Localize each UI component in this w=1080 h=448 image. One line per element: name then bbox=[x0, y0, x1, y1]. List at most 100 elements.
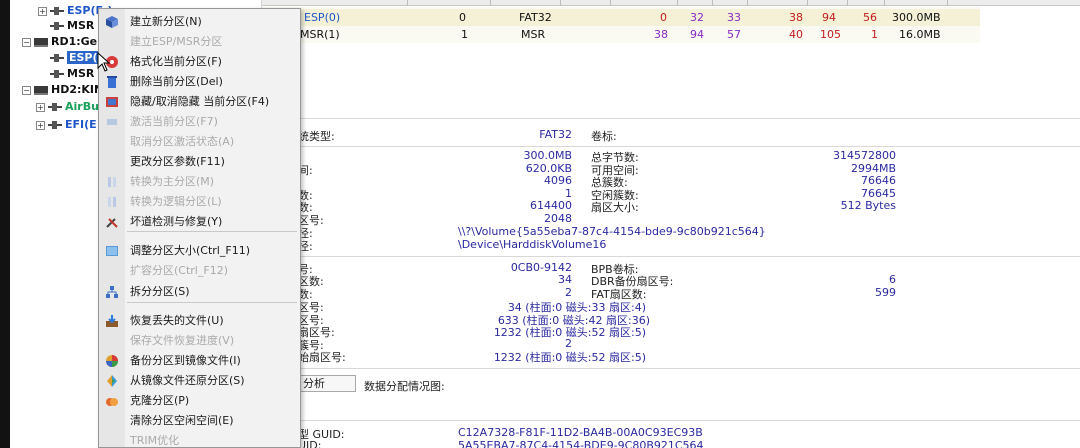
menu-item[interactable]: 扩容分区(Ctrl_F12) bbox=[99, 261, 300, 281]
hide-icon bbox=[106, 97, 118, 107]
tree-item-efi[interactable]: + EFI(E bbox=[36, 117, 97, 133]
tree-item-label: ESP( bbox=[67, 51, 100, 64]
volume-path-value: \\?\Volume{5a55eba7-87c4-4154-bde9-9c80b… bbox=[458, 225, 766, 238]
tree-item-airbu[interactable]: + AirBu bbox=[36, 99, 99, 115]
menu-item[interactable]: 格式化当前分区(F) bbox=[99, 52, 300, 72]
new-partition-icon bbox=[106, 16, 118, 28]
partition-icon bbox=[50, 7, 64, 15]
menu-item[interactable]: 删除当前分区(Del) bbox=[99, 72, 300, 92]
menu-item-label: 转换为主分区(M) bbox=[130, 175, 215, 188]
start-sector: 57 bbox=[727, 28, 741, 41]
partition-name: ESP(0) bbox=[304, 11, 341, 24]
menu-item-label: 克隆分区(P) bbox=[130, 394, 190, 407]
tree-item-label: EFI(E bbox=[65, 118, 97, 131]
end-head: 105 bbox=[820, 28, 841, 41]
expand-icon[interactable]: + bbox=[38, 6, 47, 16]
menu-item[interactable]: 隐藏/取消隐藏 当前分区(F4) bbox=[99, 92, 300, 112]
analyze-button[interactable]: 分析 bbox=[296, 375, 356, 392]
menu-item[interactable]: 建立ESP/MSR分区 bbox=[99, 32, 300, 52]
backup-icon bbox=[106, 355, 118, 367]
tree-item-msr-2[interactable]: MSR bbox=[50, 66, 94, 82]
collapse-icon[interactable]: − bbox=[22, 85, 31, 95]
data-allocation-label: 数据分配情况图: bbox=[364, 380, 445, 393]
menu-item[interactable]: 备份分区到镜像文件(I) bbox=[99, 351, 300, 371]
expand-icon[interactable]: + bbox=[36, 102, 45, 112]
fs-type-label: 统类型: bbox=[298, 130, 335, 143]
end-cylinder: 38 bbox=[789, 11, 803, 24]
total-sectors-value: 614400 bbox=[530, 199, 572, 212]
menu-item[interactable]: 转换为主分区(M) bbox=[99, 172, 300, 192]
tree-item-rd1[interactable]: − RD1:Ge bbox=[22, 34, 97, 50]
menu-item-label: 拆分分区(S) bbox=[130, 285, 190, 298]
tree-item-esp-selected[interactable]: ESP( bbox=[50, 50, 100, 66]
menu-item-label: 清除分区空闲空间(E) bbox=[130, 414, 234, 427]
menu-item[interactable]: 取消分区激活状态(A) bbox=[99, 132, 300, 152]
menu-separator bbox=[127, 231, 297, 232]
recover-icon bbox=[106, 315, 118, 327]
tree-item-hd2[interactable]: − HD2:KIN bbox=[22, 82, 103, 98]
mouse-cursor-icon bbox=[97, 52, 111, 72]
menu-item-label: 从镜像文件还原分区(S) bbox=[130, 374, 245, 387]
detail-label: 始扇区号: bbox=[298, 351, 346, 364]
partition-index: 1 bbox=[461, 28, 468, 41]
tree-item-msr[interactable]: MSR bbox=[50, 18, 94, 34]
collapse-icon[interactable]: − bbox=[22, 37, 31, 47]
tree-item-label: MSR bbox=[67, 67, 95, 80]
fat-sectors-value: 599 bbox=[875, 286, 896, 299]
start-sector-value: 2048 bbox=[544, 212, 572, 225]
menu-item-label: 格式化当前分区(F) bbox=[130, 55, 222, 68]
expand-icon[interactable]: + bbox=[36, 120, 45, 130]
partition-guid-label: UID: bbox=[298, 439, 322, 448]
reserved-sectors-value: 34 bbox=[558, 273, 572, 286]
total-size-value: 300.0MB bbox=[523, 149, 572, 162]
menu-item[interactable]: TRIM优化 bbox=[99, 431, 300, 447]
menu-item[interactable]: 拆分分区(S) bbox=[99, 282, 300, 302]
menu-item[interactable]: 激活当前分区(F7) bbox=[99, 112, 300, 132]
partition-fs: FAT32 bbox=[519, 11, 552, 24]
tree-item-label: HD2:KIN bbox=[51, 83, 104, 96]
volume-label-label: 卷标: bbox=[591, 130, 617, 143]
disk-icon bbox=[34, 37, 48, 47]
menu-item-label: 坏道检测与修复(Y) bbox=[130, 215, 223, 228]
partition-icon bbox=[48, 121, 62, 129]
partition-size: 300.0MB bbox=[892, 11, 941, 24]
partition-row[interactable]: ESP(0) 0 FAT32 0 32 33 38 94 56 300.0MB bbox=[262, 9, 980, 26]
data-start-sector-value: 1232 (柱面:0 磁头:52 扇区:5) bbox=[493, 351, 646, 364]
activate-icon bbox=[107, 119, 117, 125]
menu-separator bbox=[127, 302, 297, 303]
partition-context-menu[interactable]: 建立新分区(N) 建立ESP/MSR分区 格式化当前分区(F) 删除当前分区(Del)… bbox=[98, 8, 301, 448]
start-sector: 33 bbox=[727, 11, 741, 24]
menu-item[interactable]: 调整分区大小(Ctrl_F11) bbox=[99, 241, 300, 261]
menu-item[interactable]: 从镜像文件还原分区(S) bbox=[99, 371, 300, 391]
partition-icon bbox=[48, 103, 62, 111]
partition-fs: MSR bbox=[521, 28, 546, 41]
detail-label: FAT扇区数: bbox=[591, 288, 647, 301]
menu-item-label: 激活当前分区(F7) bbox=[130, 115, 218, 128]
menu-item[interactable]: 保存文件恢复进度(V) bbox=[99, 331, 300, 351]
menu-item[interactable]: 克隆分区(P) bbox=[99, 391, 300, 411]
menu-item[interactable]: 建立新分区(N) bbox=[99, 12, 300, 32]
partition-list-header[interactable] bbox=[262, 0, 1080, 6]
cluster-size-value: 4096 bbox=[544, 174, 572, 187]
menu-item[interactable]: 转换为逻辑分区(L) bbox=[99, 192, 300, 212]
partition-icon bbox=[50, 22, 64, 30]
start-head: 94 bbox=[690, 28, 704, 41]
menu-item[interactable]: 恢复丢失的文件(U) bbox=[99, 311, 300, 331]
menu-item-label: 扩容分区(Ctrl_F12) bbox=[130, 264, 228, 277]
menu-item-label: 调整分区大小(Ctrl_F11) bbox=[130, 244, 250, 257]
convert-primary-icon bbox=[108, 177, 116, 187]
menu-item[interactable]: 坏道检测与修复(Y) bbox=[99, 212, 300, 232]
menu-item-label: 保存文件恢复进度(V) bbox=[130, 334, 235, 347]
menu-item-label: 删除当前分区(Del) bbox=[130, 75, 223, 88]
menu-item[interactable]: 更改分区参数(F11) bbox=[99, 152, 300, 172]
window-edge bbox=[0, 0, 10, 448]
partition-index: 0 bbox=[459, 11, 466, 24]
menu-item[interactable]: 清除分区空闲空间(E) bbox=[99, 411, 300, 431]
disk-icon bbox=[34, 85, 48, 95]
menu-item-label: 建立ESP/MSR分区 bbox=[130, 35, 223, 48]
partition-row[interactable]: MSR(1) 1 MSR 38 94 57 40 105 1 16.0MB bbox=[262, 26, 980, 43]
sector-size-value: 512 Bytes bbox=[840, 199, 896, 212]
tools-icon bbox=[106, 218, 118, 228]
start-cylinder: 0 bbox=[660, 11, 667, 24]
resize-icon bbox=[106, 246, 118, 256]
